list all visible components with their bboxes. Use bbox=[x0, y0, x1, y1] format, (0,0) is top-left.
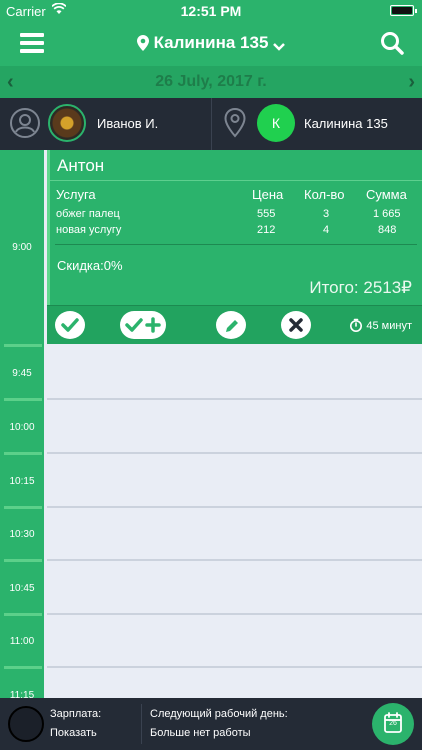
divider bbox=[50, 180, 422, 181]
service-sum: 848 bbox=[378, 224, 397, 236]
nav-bar: Калинина 135 bbox=[0, 22, 422, 66]
close-icon bbox=[289, 318, 303, 332]
salary-label: Зарплата: bbox=[50, 708, 102, 720]
salary-indicator bbox=[8, 706, 44, 742]
service-price: 555 bbox=[257, 208, 276, 220]
salon-badge: К bbox=[257, 104, 295, 142]
divider bbox=[55, 244, 417, 245]
date-bar: ‹ 26 July, 2017 г. › bbox=[0, 66, 422, 98]
search-icon bbox=[381, 32, 404, 55]
service-sum: 1 665 bbox=[373, 208, 401, 220]
person-icon bbox=[10, 108, 40, 138]
appointment-card[interactable]: Антон Услуга Цена Кол-во Сумма обжег пал… bbox=[47, 150, 422, 344]
service-price: 212 bbox=[257, 224, 276, 236]
master-name: Иванов И. bbox=[97, 116, 159, 131]
current-date[interactable]: 26 July, 2017 г. bbox=[0, 73, 422, 91]
search-button[interactable] bbox=[380, 31, 404, 60]
discount-value: 0% bbox=[103, 258, 123, 273]
slot-divider bbox=[47, 666, 422, 668]
service-qty: 3 bbox=[323, 208, 330, 220]
time-label: 11:00 bbox=[9, 636, 35, 647]
time-label: 9:45 bbox=[12, 368, 32, 379]
calendar-day: 26 bbox=[389, 720, 397, 727]
salon-selector[interactable]: К Калинина 135 bbox=[211, 98, 422, 150]
avatar bbox=[48, 104, 86, 142]
total-value: 2513₽ bbox=[363, 278, 412, 297]
cancel-button[interactable] bbox=[281, 311, 311, 339]
time-label: 10:00 bbox=[9, 422, 35, 433]
schedule-grid[interactable]: 9:00 9:45 10:00 10:15 10:30 10:45 11:00 … bbox=[0, 150, 422, 698]
pencil-icon bbox=[226, 320, 238, 332]
client-name: Антон bbox=[57, 156, 105, 175]
appointment-actions: 45 минут bbox=[47, 305, 422, 344]
column-header-service: Услуга bbox=[56, 187, 96, 202]
service-name: новая услугу bbox=[56, 224, 122, 236]
check-icon bbox=[61, 318, 79, 332]
battery-icon bbox=[390, 5, 417, 16]
next-workday-label: Следующий рабочий день: bbox=[150, 708, 288, 720]
duration-value: 45 минут bbox=[366, 320, 412, 332]
bottom-bar: Зарплата: Показать Следующий рабочий ден… bbox=[0, 698, 422, 750]
location-pin-icon bbox=[136, 35, 149, 51]
confirm-button[interactable] bbox=[55, 311, 85, 339]
status-time: 12:51 PM bbox=[180, 3, 242, 19]
next-workday-value: Больше нет работы bbox=[150, 727, 251, 739]
location-selector[interactable]: Калинина 135 bbox=[0, 33, 422, 53]
next-day-arrow-icon[interactable]: › bbox=[408, 71, 415, 94]
check-plus-icon bbox=[125, 317, 161, 333]
page-title: Калинина 135 bbox=[153, 33, 269, 52]
divider bbox=[141, 704, 142, 744]
master-bar: Иванов И. К Калинина 135 bbox=[0, 98, 422, 150]
calendar-button[interactable]: 26 bbox=[372, 703, 414, 745]
duration: 45 минут bbox=[349, 318, 412, 332]
total-label: Итого: bbox=[309, 278, 359, 297]
time-label: 11:15 bbox=[9, 690, 35, 698]
total: Итого: 2513₽ bbox=[309, 278, 412, 298]
slot-divider bbox=[47, 613, 422, 615]
master-selector[interactable]: Иванов И. bbox=[0, 98, 211, 150]
status-bar: Carrier 12:51 PM bbox=[0, 0, 422, 22]
location-pin-icon bbox=[224, 107, 246, 143]
slot-divider bbox=[47, 506, 422, 508]
edit-button[interactable] bbox=[216, 311, 246, 339]
time-label: 10:15 bbox=[9, 476, 35, 487]
salon-name: Калинина 135 bbox=[304, 116, 388, 131]
time-column: 9:00 9:45 10:00 10:15 10:30 10:45 11:00 … bbox=[0, 150, 44, 698]
column-header-price: Цена bbox=[252, 187, 284, 202]
show-salary-link[interactable]: Показать bbox=[50, 727, 97, 739]
column-header-sum: Сумма bbox=[366, 187, 407, 202]
slot-divider bbox=[47, 559, 422, 561]
stopwatch-icon bbox=[350, 318, 363, 332]
time-label: 10:45 bbox=[9, 583, 35, 594]
slot-divider bbox=[47, 398, 422, 400]
time-label: 10:30 bbox=[9, 529, 35, 540]
discount: Скидка:0% bbox=[57, 258, 123, 273]
discount-label: Скидка: bbox=[57, 258, 104, 273]
slot-divider bbox=[47, 452, 422, 454]
chevron-down-icon bbox=[273, 43, 286, 51]
complete-and-add-button[interactable] bbox=[120, 311, 166, 339]
column-header-qty: Кол-во bbox=[304, 187, 345, 202]
service-qty: 4 bbox=[323, 224, 330, 236]
service-name: обжег палец bbox=[56, 208, 120, 220]
time-label: 9:00 bbox=[12, 242, 32, 253]
